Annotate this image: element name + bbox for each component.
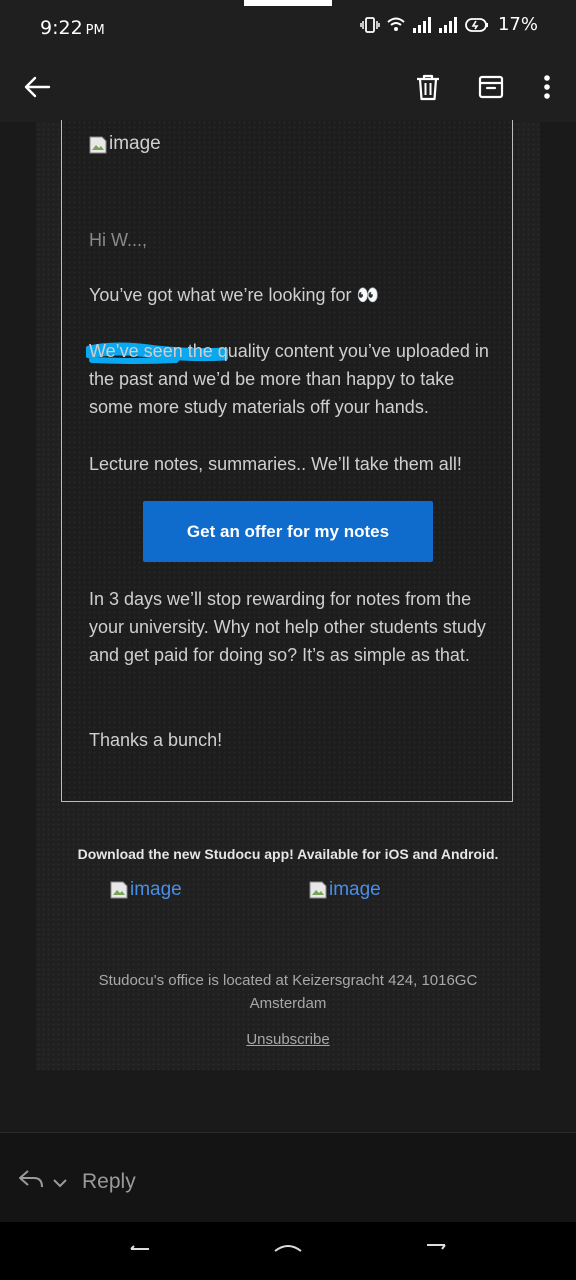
archive-icon: [478, 74, 504, 105]
nav-recents-button[interactable]: [416, 1234, 456, 1264]
system-nav-bar: [0, 1222, 576, 1280]
broken-image-icon: [309, 881, 327, 899]
vibrate-icon: [360, 15, 380, 35]
unsubscribe-link[interactable]: Unsubscribe: [0, 1031, 576, 1048]
download-app-text: Download the new Studocu app! Available …: [77, 846, 499, 862]
archive-button[interactable]: [471, 69, 511, 109]
reply-button[interactable]: Reply: [18, 1169, 136, 1195]
arrow-left-icon: [23, 75, 51, 104]
paragraph-deadline: In 3 days we’ll stop rewarding for notes…: [89, 589, 486, 665]
header-image-alt: image: [109, 133, 161, 154]
reply-label: Reply: [82, 1170, 136, 1193]
chevron-down-icon: [52, 1170, 68, 1194]
signal-icon-1: [412, 16, 432, 33]
nav-back-button[interactable]: [120, 1234, 160, 1264]
broken-image-icon: [89, 135, 107, 154]
header-image: image: [89, 130, 499, 158]
signoff: Thanks a bunch!: [89, 730, 223, 750]
status-bar: 9:22 PM 17%: [0, 0, 576, 56]
ios-image-alt: image: [130, 879, 182, 900]
camera-notch: [244, 0, 332, 6]
more-vertical-icon: [543, 74, 551, 105]
email-body-scroll[interactable]: image Hi W..., You’ve got what we’re loo…: [0, 120, 576, 1132]
paragraph-quality-content: We’ve seen the quality content you’ve up…: [89, 341, 489, 417]
battery-icon: [464, 17, 490, 33]
wifi-icon: [386, 16, 406, 34]
more-options-button[interactable]: [527, 69, 567, 109]
trash-icon: [415, 73, 441, 106]
reply-icon: [18, 1169, 44, 1195]
battery-percent: 17%: [497, 14, 538, 35]
status-icons: 17%: [360, 14, 538, 35]
get-offer-button[interactable]: Get an offer for my notes: [143, 501, 433, 562]
status-time: 9:22 PM: [40, 17, 105, 39]
email-viewer-screen: 9:22 PM 17% image Hi W..., You’ve got wh…: [0, 0, 576, 1280]
reply-bar: Reply: [0, 1132, 576, 1223]
app-toolbar: [0, 56, 576, 122]
android-image-alt: image: [329, 879, 381, 900]
office-address: Studocu's office is located at Keizersgr…: [98, 972, 478, 1012]
status-time-value: 9:22: [40, 17, 83, 39]
delete-button[interactable]: [408, 69, 448, 109]
nav-home-button[interactable]: [268, 1234, 308, 1264]
broken-image-icon: [110, 881, 128, 899]
greeting: Hi W...,: [89, 230, 147, 250]
signal-icon-2: [438, 16, 458, 33]
ios-store-image-link[interactable]: image: [110, 879, 182, 901]
intro-line: You’ve got what we’re looking for 👀: [89, 285, 379, 305]
paragraph-lecture-notes: Lecture notes, summaries.. We’ll take th…: [89, 454, 462, 474]
nav-recents-icon: [425, 1240, 447, 1258]
status-time-ampm: PM: [85, 23, 105, 38]
nav-back-icon: [129, 1240, 151, 1258]
nav-home-icon: [273, 1240, 303, 1258]
android-store-image-link[interactable]: image: [309, 879, 381, 901]
back-button[interactable]: [17, 69, 57, 109]
